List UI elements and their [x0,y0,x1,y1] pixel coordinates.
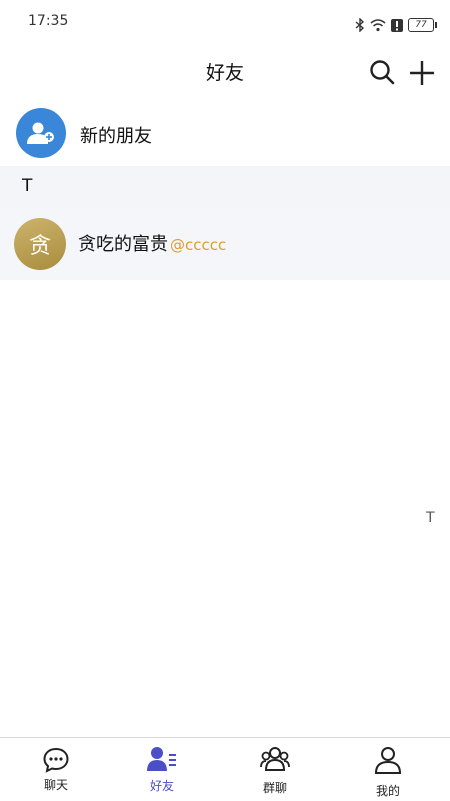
new-friends-label: 新的朋友 [80,126,152,147]
alert-icon [391,18,403,32]
tab-label: 我的 [375,784,400,798]
status-icons: 77 [355,18,437,32]
header: 好友 [0,44,450,100]
friend-name-line: 贪吃的富贵 @ccccc [78,230,226,256]
contact-list: 新的朋友 T 贪 贪吃的富贵 @ccccc [0,100,450,280]
plus-icon [410,61,434,85]
add-button[interactable] [407,58,437,88]
friend-tag: @ccccc [170,236,227,254]
avatar: 贪 [14,218,66,270]
tab-me[interactable]: 我的 [332,738,444,801]
tab-label: 聊天 [43,778,68,792]
status-time: 17:35 [28,13,69,29]
list-item[interactable]: 贪 贪吃的富贵 @ccccc [0,208,450,280]
add-friend-avatar-icon [16,108,66,158]
index-bar-letter[interactable]: T [426,510,435,526]
wifi-icon [370,18,386,32]
tab-chat[interactable]: 聊天 [0,738,112,801]
group-icon [260,747,290,771]
battery-icon: 77 [408,18,437,32]
tab-groups[interactable]: 群聊 [219,738,331,801]
search-button[interactable] [368,58,398,88]
chat-bubble-icon [43,747,69,773]
bluetooth-icon [355,18,365,32]
section-header: T [0,166,450,208]
section-letter: T [22,176,33,196]
tab-label: 好友 [149,779,174,793]
status-bar: 17:35 77 [0,0,450,44]
tab-label: 群聊 [262,781,287,795]
friend-name: 贪吃的富贵 [78,234,168,255]
profile-icon [374,747,402,774]
new-friends-row[interactable]: 新的朋友 [0,100,450,166]
tab-bar: 聊天 好友 群聊 我的 [0,737,450,801]
tab-friends[interactable]: 好友 [106,738,218,801]
search-icon [370,60,395,85]
friends-icon [147,747,176,771]
